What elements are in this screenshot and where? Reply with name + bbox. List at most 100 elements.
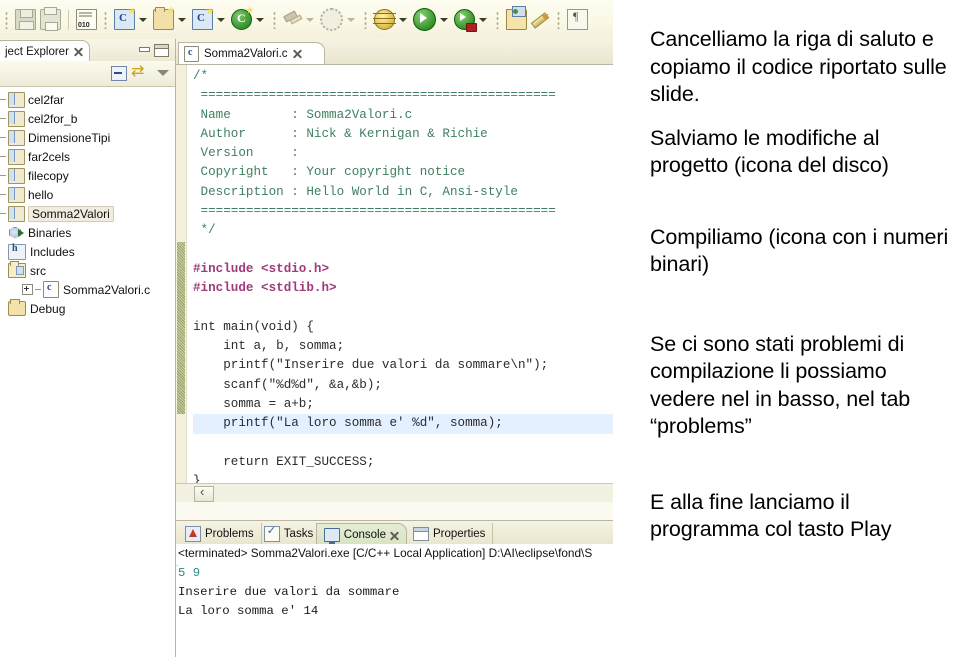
code-line: #include <stdio.h> — [193, 261, 330, 276]
project-tree[interactable]: cel2far cel2for_b DimensioneTipi far2cels fi… — [0, 87, 175, 657]
tab-project-explorer[interactable]: ject Explorer — [0, 40, 90, 62]
pilcrow-icon[interactable] — [567, 9, 588, 30]
chevron-down-icon[interactable] — [440, 17, 448, 22]
view-menu-icon[interactable] — [157, 70, 169, 76]
annotation-pen-icon[interactable] — [531, 10, 550, 29]
tree-item[interactable]: cel2far — [0, 90, 175, 109]
project-icon — [8, 110, 25, 127]
toolbar-drag-handle[interactable] — [5, 10, 8, 29]
editor-vertical-ruler[interactable] — [176, 65, 187, 502]
tree-item-label: Somma2Valori — [28, 205, 114, 222]
eclipse-screenshot: C C C ject Explorer — [0, 0, 613, 657]
editor-tab-label: Somma2Valori.c — [204, 47, 288, 60]
tree-item-label: hello — [28, 187, 54, 202]
code-line: Description : Hello World in C, Ansi-sty… — [193, 184, 518, 199]
editor-body[interactable]: /* =====================================… — [176, 64, 613, 502]
code-line: scanf("%d%d", &a,&b); — [193, 377, 382, 392]
tree-item[interactable]: far2cels — [0, 147, 175, 166]
project-icon — [8, 129, 25, 146]
source-code-text[interactable]: /* =====================================… — [187, 67, 613, 502]
editor-horizontal-scrollbar[interactable] — [176, 483, 613, 502]
debug-icon[interactable] — [373, 9, 396, 30]
note-paragraph-1: Cancelliamo la riga di saluto e copiamo … — [650, 27, 947, 106]
chevron-down-icon[interactable] — [217, 17, 225, 22]
code-editor-view: Somma2Valori.c /* ======================… — [176, 39, 613, 520]
fold-region-marker[interactable] — [177, 242, 185, 414]
build-hammer-icon[interactable] — [283, 10, 302, 29]
toolbar-drag-handle[interactable] — [364, 10, 367, 29]
console-output[interactable]: 5 9 Inserire due valori da sommare La lo… — [178, 564, 613, 657]
chevron-down-icon[interactable] — [256, 17, 264, 22]
close-icon[interactable] — [293, 49, 302, 58]
code-line: int main(void) { — [193, 319, 314, 334]
tree-item[interactable]: hello — [0, 185, 175, 204]
tree-item-label: Includes — [30, 244, 75, 259]
tree-expander-stub[interactable] — [0, 137, 6, 138]
tree-item[interactable]: Binaries — [0, 223, 175, 242]
chevron-down-icon[interactable] — [399, 17, 407, 22]
tree-item[interactable]: filecopy — [0, 166, 175, 185]
code-line: #include <stdlib.h> — [193, 281, 337, 296]
code-line: /* — [193, 69, 209, 83]
toolbar-drag-handle[interactable] — [104, 10, 107, 29]
tree-expander-stub[interactable] — [0, 99, 6, 100]
tab-tasks[interactable]: Tasks — [257, 523, 322, 545]
tree-expander-stub[interactable] — [0, 156, 6, 157]
scroll-left-icon[interactable] — [194, 484, 214, 502]
tree-item[interactable]: DimensioneTipi — [0, 128, 175, 147]
toolbar-drag-handle[interactable] — [496, 10, 499, 29]
code-line: ========================================… — [193, 204, 556, 219]
expand-plus-icon[interactable] — [22, 284, 33, 295]
toolbar-drag-handle[interactable] — [273, 10, 276, 29]
tree-item-label: filecopy — [28, 168, 69, 183]
project-icon — [8, 167, 25, 184]
collapse-all-icon[interactable] — [111, 66, 127, 81]
print-icon[interactable] — [40, 7, 61, 31]
project-icon — [8, 91, 25, 108]
minimize-icon[interactable] — [138, 45, 150, 54]
link-with-editor-icon[interactable] — [131, 61, 149, 81]
tree-item[interactable]: Somma2Valori — [0, 204, 175, 223]
save-icon[interactable] — [15, 9, 36, 30]
tree-item[interactable]: src — [0, 261, 175, 280]
build-binary-icon[interactable] — [76, 9, 97, 30]
settings-gear-icon[interactable] — [320, 8, 343, 31]
new-folder-icon[interactable] — [153, 6, 175, 30]
tab-problems[interactable]: Problems — [178, 523, 262, 545]
run-external-icon[interactable] — [454, 9, 477, 32]
tree-item[interactable]: Debug — [0, 299, 175, 318]
tab-somma2valori-c[interactable]: Somma2Valori.c — [178, 42, 325, 64]
run-icon[interactable] — [413, 8, 436, 31]
tasks-icon — [263, 524, 280, 542]
code-line: Author : Nick & Kernigan & Richie — [193, 126, 488, 141]
tree-item[interactable]: Includes — [0, 242, 175, 261]
maximize-icon[interactable] — [154, 44, 169, 57]
console-icon — [323, 528, 340, 545]
tab-properties[interactable]: Properties — [406, 523, 494, 545]
new-c-class-icon[interactable]: C — [231, 6, 254, 30]
note-paragraph-4: Se ci sono stati problemi di compilazion… — [650, 331, 911, 439]
tree-expander-stub[interactable] — [0, 118, 6, 119]
close-icon[interactable] — [390, 531, 399, 540]
toolbar-drag-handle[interactable] — [557, 10, 560, 29]
tab-console[interactable]: Console — [315, 523, 407, 546]
tree-expander-stub[interactable] — [0, 213, 6, 214]
close-icon[interactable] — [74, 47, 83, 56]
project-explorer-tab-label: ject Explorer — [5, 45, 69, 58]
new-c-project-icon[interactable]: C — [114, 7, 136, 30]
tree-item-label: Binaries — [28, 225, 72, 240]
code-line: printf("La loro somma e' %d", somma); — [193, 414, 613, 434]
tree-item-label: Somma2Valori.c — [63, 282, 151, 297]
project-icon — [8, 186, 25, 203]
chevron-down-icon[interactable] — [178, 17, 186, 22]
tree-item[interactable]: Somma2Valori.c — [0, 280, 175, 299]
new-c-source-file-icon[interactable]: C — [192, 7, 214, 30]
tree-expander-stub[interactable] — [0, 175, 6, 176]
tree-expander-stub[interactable] — [0, 194, 6, 195]
code-line: Copyright : Your copyright notice — [193, 165, 466, 180]
chevron-down-icon[interactable] — [479, 17, 487, 22]
chevron-down-icon[interactable] — [139, 17, 147, 22]
open-resource-icon[interactable] — [506, 6, 527, 30]
tree-item[interactable]: cel2for_b — [0, 109, 175, 128]
code-line: printf("Inserire due valori da sommare\n… — [193, 358, 549, 373]
